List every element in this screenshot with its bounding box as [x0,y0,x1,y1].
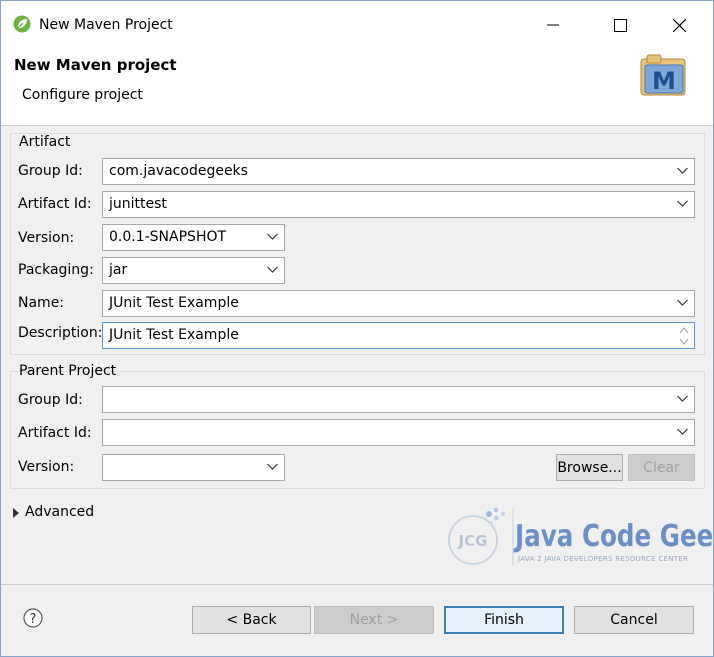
chevron-down-icon [677,395,688,402]
wizard-title: New Maven project [14,56,177,74]
artifact-group-id-combo[interactable]: com.javacodegeeks [102,158,695,185]
maven-icon: M [640,54,686,96]
clear-button[interactable]: Clear [628,454,695,481]
description-value: JUnit Test Example [109,327,239,343]
parent-project-group-title: Parent Project [19,363,117,379]
expand-arrow-icon[interactable] [13,508,19,518]
back-button[interactable]: < Back [192,606,311,634]
cancel-button[interactable]: Cancel [574,606,694,634]
svg-text:M: M [652,67,676,95]
artifact-group-id-value: com.javacodegeeks [109,163,248,179]
new-maven-project-dialog: New Maven Project New Maven project Conf… [0,0,714,657]
version-label: Version: [18,230,75,246]
maximize-button[interactable] [598,11,642,39]
svg-text:?: ? [30,612,37,627]
chevron-down-icon [677,428,688,435]
parent-artifact-id-combo[interactable] [102,419,695,446]
description-field[interactable]: JUnit Test Example [102,322,695,349]
artifact-id-label: Artifact Id: [18,196,92,212]
packaging-value: jar [109,262,128,278]
artifact-group-title: Artifact [19,134,71,150]
parent-version-label: Version: [18,459,75,475]
chevron-down-icon [267,233,278,240]
parent-group-id-combo[interactable] [102,386,695,413]
wizard-header: New Maven project Configure project M [1,41,713,126]
chevron-down-icon [677,167,688,174]
next-button[interactable]: Next > [314,606,434,634]
watermark-tagline: JAVA 2 JAVA DEVELOPERS RESOURCE CENTER [518,555,689,563]
artifact-group-id-label: Group Id: [18,163,83,179]
name-label: Name: [18,295,65,311]
parent-artifact-id-label: Artifact Id: [18,425,92,441]
wizard-subtitle: Configure project [22,87,143,103]
chevron-down-icon [677,200,688,207]
finish-button[interactable]: Finish [444,606,564,634]
parent-group-id-label: Group Id: [18,392,83,408]
spring-leaf-icon [13,15,31,33]
version-combo[interactable]: 0.0.1-SNAPSHOT [102,224,285,251]
name-value: JUnit Test Example [109,295,239,311]
description-label: Description: [18,325,103,341]
help-icon[interactable]: ? [23,608,43,628]
artifact-id-value: junittest [109,196,167,212]
maximize-icon [613,18,627,32]
name-combo[interactable]: JUnit Test Example [102,290,695,317]
browse-button[interactable]: Browse... [556,454,623,481]
parent-version-combo[interactable] [102,454,285,481]
close-button[interactable] [657,11,701,39]
footer-separator [1,584,713,585]
minimize-icon [547,24,559,26]
advanced-toggle[interactable]: Advanced [25,504,94,520]
artifact-id-combo[interactable]: junittest [102,191,695,218]
watermark-brand: Java Code Geeks [515,519,714,554]
title-bar: New Maven Project [1,1,713,41]
chevron-down-icon [267,266,278,273]
chevron-down-icon [267,463,278,470]
version-value: 0.0.1-SNAPSHOT [109,229,227,245]
spinner-arrows-icon[interactable] [678,325,690,347]
svg-text:JCG: JCG [458,532,488,550]
packaging-label: Packaging: [18,262,94,278]
close-icon [672,18,686,32]
packaging-combo[interactable]: jar [102,257,285,284]
chevron-down-icon [677,299,688,306]
window-title: New Maven Project [39,17,173,33]
minimize-button[interactable] [531,11,575,39]
